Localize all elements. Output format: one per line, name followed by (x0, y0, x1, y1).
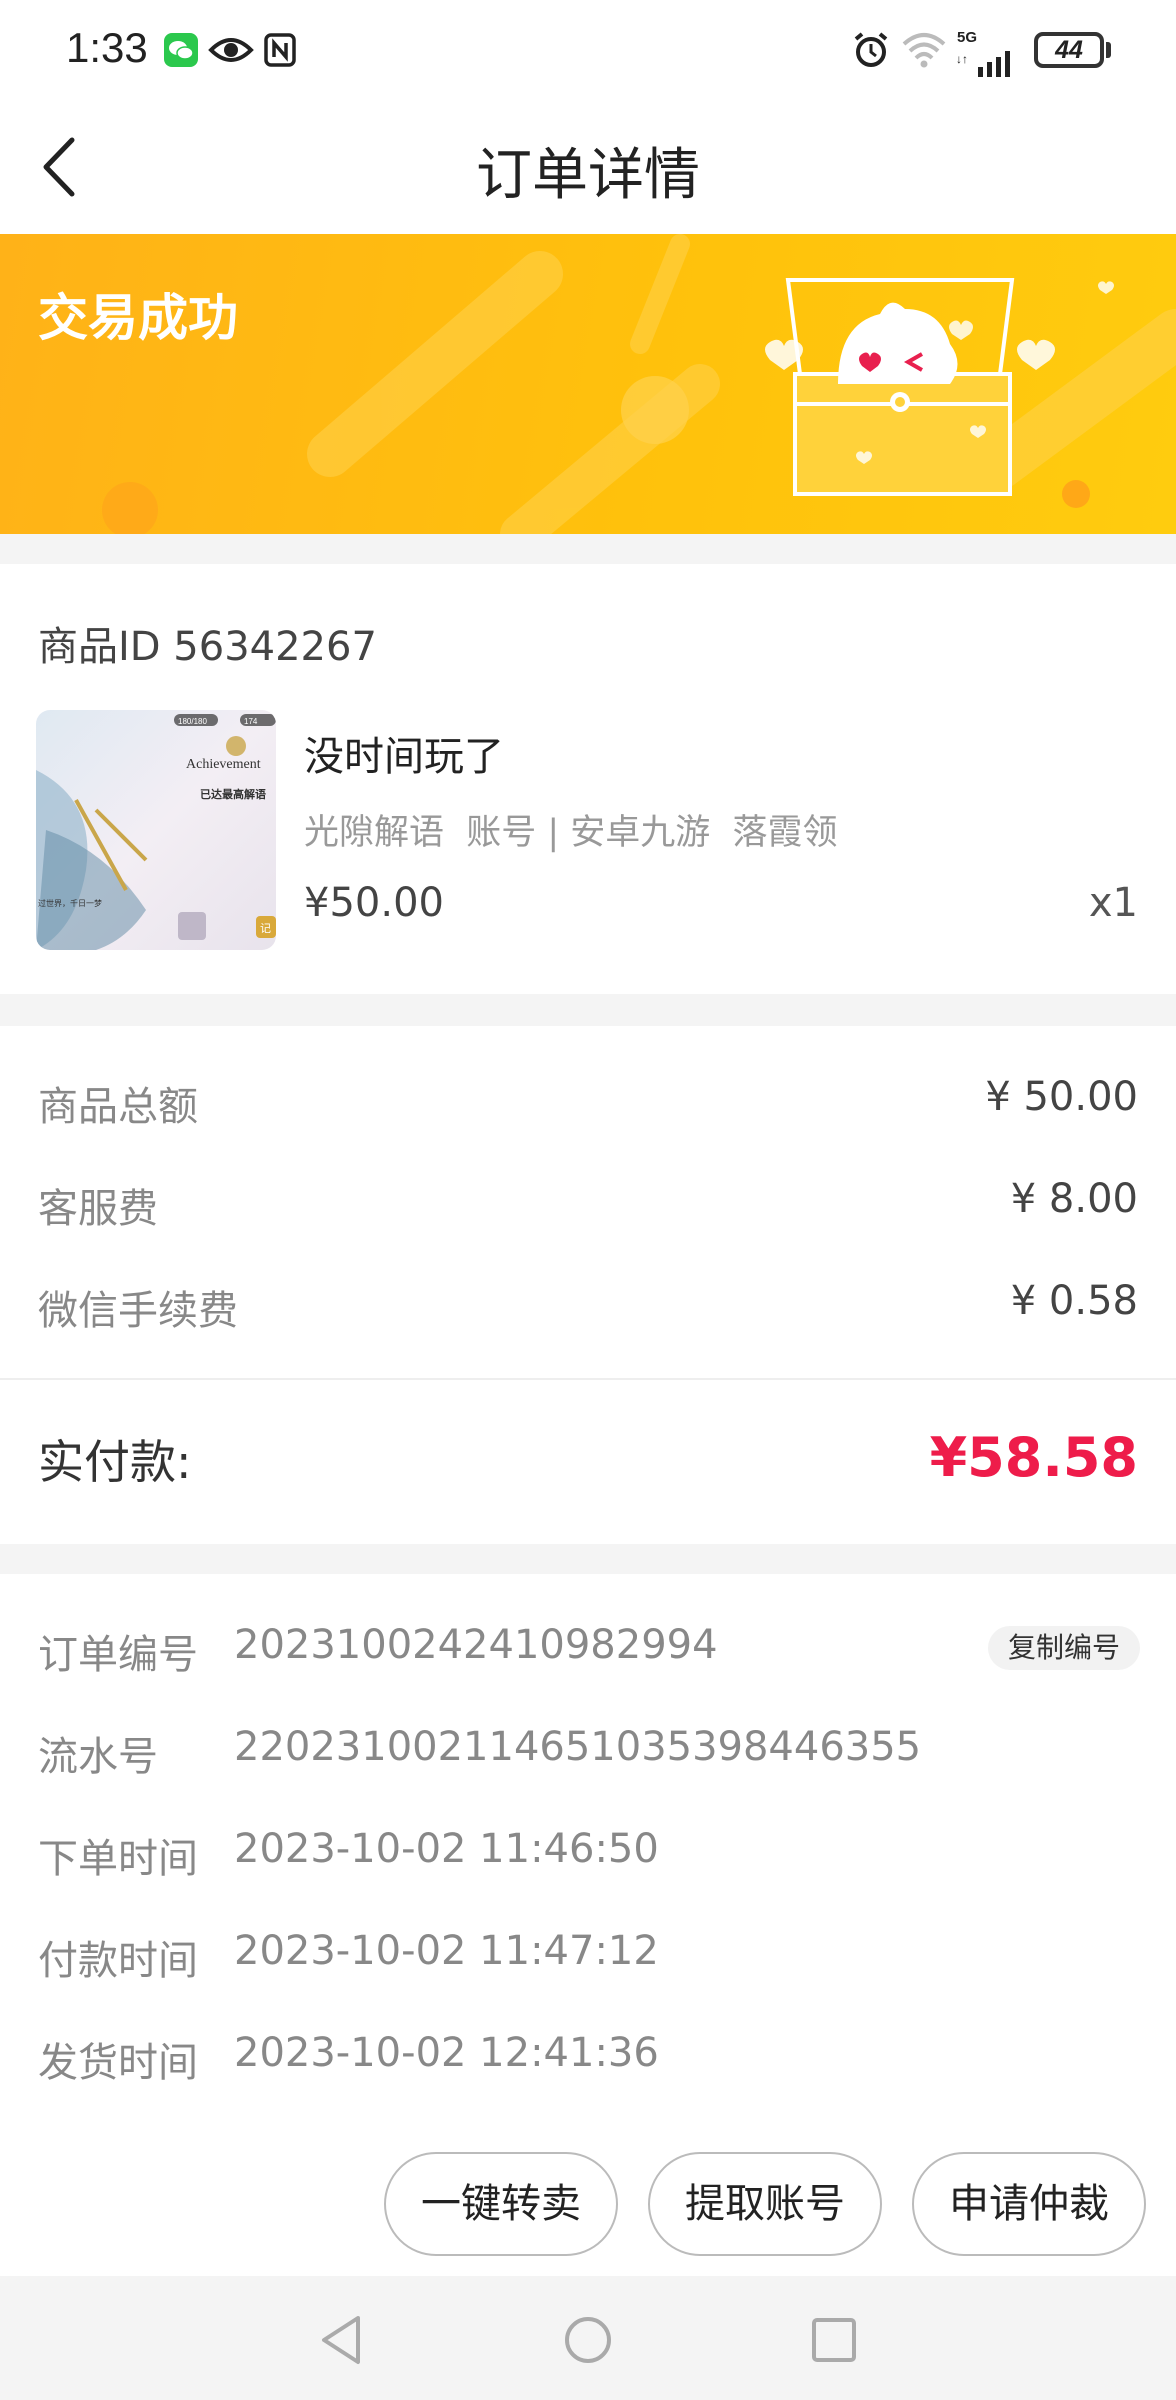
product-id: 商品ID 56342267 (38, 624, 377, 670)
serial-number-row: 流水号 2202310021146510353984463​55 (0, 1724, 1176, 1784)
pay-time-row: 付款时间 2023-10-02 11:47:12 (0, 1928, 1176, 1988)
treasure-chest-illustration (765, 278, 1114, 496)
fee-label: 客服费 (38, 1186, 158, 1232)
network-type: 5G (957, 29, 978, 46)
product-tags: 光隙解语 账号 | 安卓九游 落霞领 (304, 813, 838, 853)
order-time: 2023-10-02 11:46:50 (234, 1826, 659, 1872)
system-navigation-bar (0, 2276, 1176, 2400)
total-amount: ¥58.58 (929, 1426, 1138, 1489)
pay-time-label: 付款时间 (38, 1938, 198, 1984)
fees-card: 商品总额 ¥ 50.00 客服费 ¥ 8.00 微信手续费 ¥ 0.58 实付款… (0, 1026, 1176, 1544)
fee-label: 微信手续费 (38, 1288, 238, 1334)
order-number: 2023100242410982994 (234, 1622, 718, 1668)
system-home-icon[interactable] (560, 2312, 616, 2368)
wechat-icon (164, 33, 198, 67)
thumb-bottom-text: 过世界，千日一梦 (38, 898, 102, 908)
battery-tip (1106, 42, 1111, 58)
order-info-card: 订单编号 2023100242410982994 复制编号 流水号 220231… (0, 1574, 1176, 2130)
order-number-label: 订单编号 (38, 1632, 198, 1678)
ship-time-label: 发货时间 (38, 2040, 198, 2086)
fee-row-service: 客服费 ¥ 8.00 (0, 1176, 1176, 1236)
retrieve-account-button[interactable]: 提取账号 (648, 2152, 882, 2256)
page-title: 订单详情 (476, 143, 700, 208)
fee-row-subtotal: 商品总额 ¥ 50.00 (0, 1074, 1176, 1134)
fee-value: ¥ 8.00 (1010, 1176, 1138, 1222)
alarm-icon (854, 32, 888, 67)
signal-icon: ↓↑ (956, 51, 1010, 77)
order-time-row: 下单时间 2023-10-02 11:46:50 (0, 1826, 1176, 1886)
fee-value: ¥ 50.00 (985, 1074, 1138, 1120)
divider (0, 1378, 1176, 1380)
thumbnail-art: 180/180 174 Achievement 已达最高解语 记 过世界，千日一… (36, 710, 276, 950)
status-banner: 交易成功 (0, 234, 1176, 534)
product-quantity: x1 (1088, 880, 1138, 926)
copy-order-number-button[interactable]: 复制编号 (987, 1626, 1140, 1670)
fee-row-wechat: 微信手续费 ¥ 0.58 (0, 1278, 1176, 1338)
ship-time-row: 发货时间 2023-10-02 12:41:36 (0, 2030, 1176, 2090)
thumb-caption: 已达最高解语 (200, 787, 266, 801)
fee-label: 商品总额 (38, 1084, 198, 1130)
status-bar: 1:33 5G ↓↑ 44 (0, 0, 1176, 100)
fee-value: ¥ 0.58 (1010, 1278, 1138, 1324)
order-status-text: 交易成功 (38, 289, 238, 347)
thumb-counter-1: 180/180 (178, 717, 207, 726)
resell-button[interactable]: 一键转卖 (384, 2152, 618, 2256)
thumb-counter-2: 174 (244, 717, 258, 726)
system-recents-icon[interactable] (806, 2312, 862, 2368)
status-time: 1:33 (66, 24, 148, 71)
product-thumbnail[interactable]: 180/180 174 Achievement 已达最高解语 记 过世界，千日一… (36, 710, 276, 950)
action-bar: 一键转卖 提取账号 申请仲裁 (0, 2130, 1176, 2276)
total-label: 实付款: (38, 1435, 192, 1489)
eye-icon (208, 38, 254, 62)
serial-number-label: 流水号 (38, 1734, 158, 1780)
battery-icon: 44 (1034, 32, 1104, 68)
serial-number: 2202310021146510353984463​55 (234, 1724, 922, 1770)
product-name: 没时间玩了 (304, 734, 504, 780)
thumb-title: Achievement (186, 757, 261, 772)
svg-text:↓↑: ↓↑ (956, 52, 968, 66)
nfc-icon (264, 33, 296, 67)
pay-time: 2023-10-02 11:47:12 (234, 1928, 659, 1974)
wifi-icon (902, 33, 946, 68)
nav-bar: 订单详情 (0, 100, 1176, 234)
apply-arbitration-button[interactable]: 申请仲裁 (912, 2152, 1146, 2256)
thumb-corner-text: 记 (260, 922, 271, 935)
order-time-label: 下单时间 (38, 1836, 198, 1882)
product-price: ¥50.00 (304, 880, 444, 926)
product-card[interactable]: 商品ID 56342267 180/180 174 Achievement 已达… (0, 564, 1176, 994)
ship-time: 2023-10-02 12:41:36 (234, 2030, 659, 2076)
order-number-row: 订单编号 2023100242410982994 复制编号 (0, 1622, 1176, 1682)
system-back-icon[interactable] (314, 2312, 370, 2368)
